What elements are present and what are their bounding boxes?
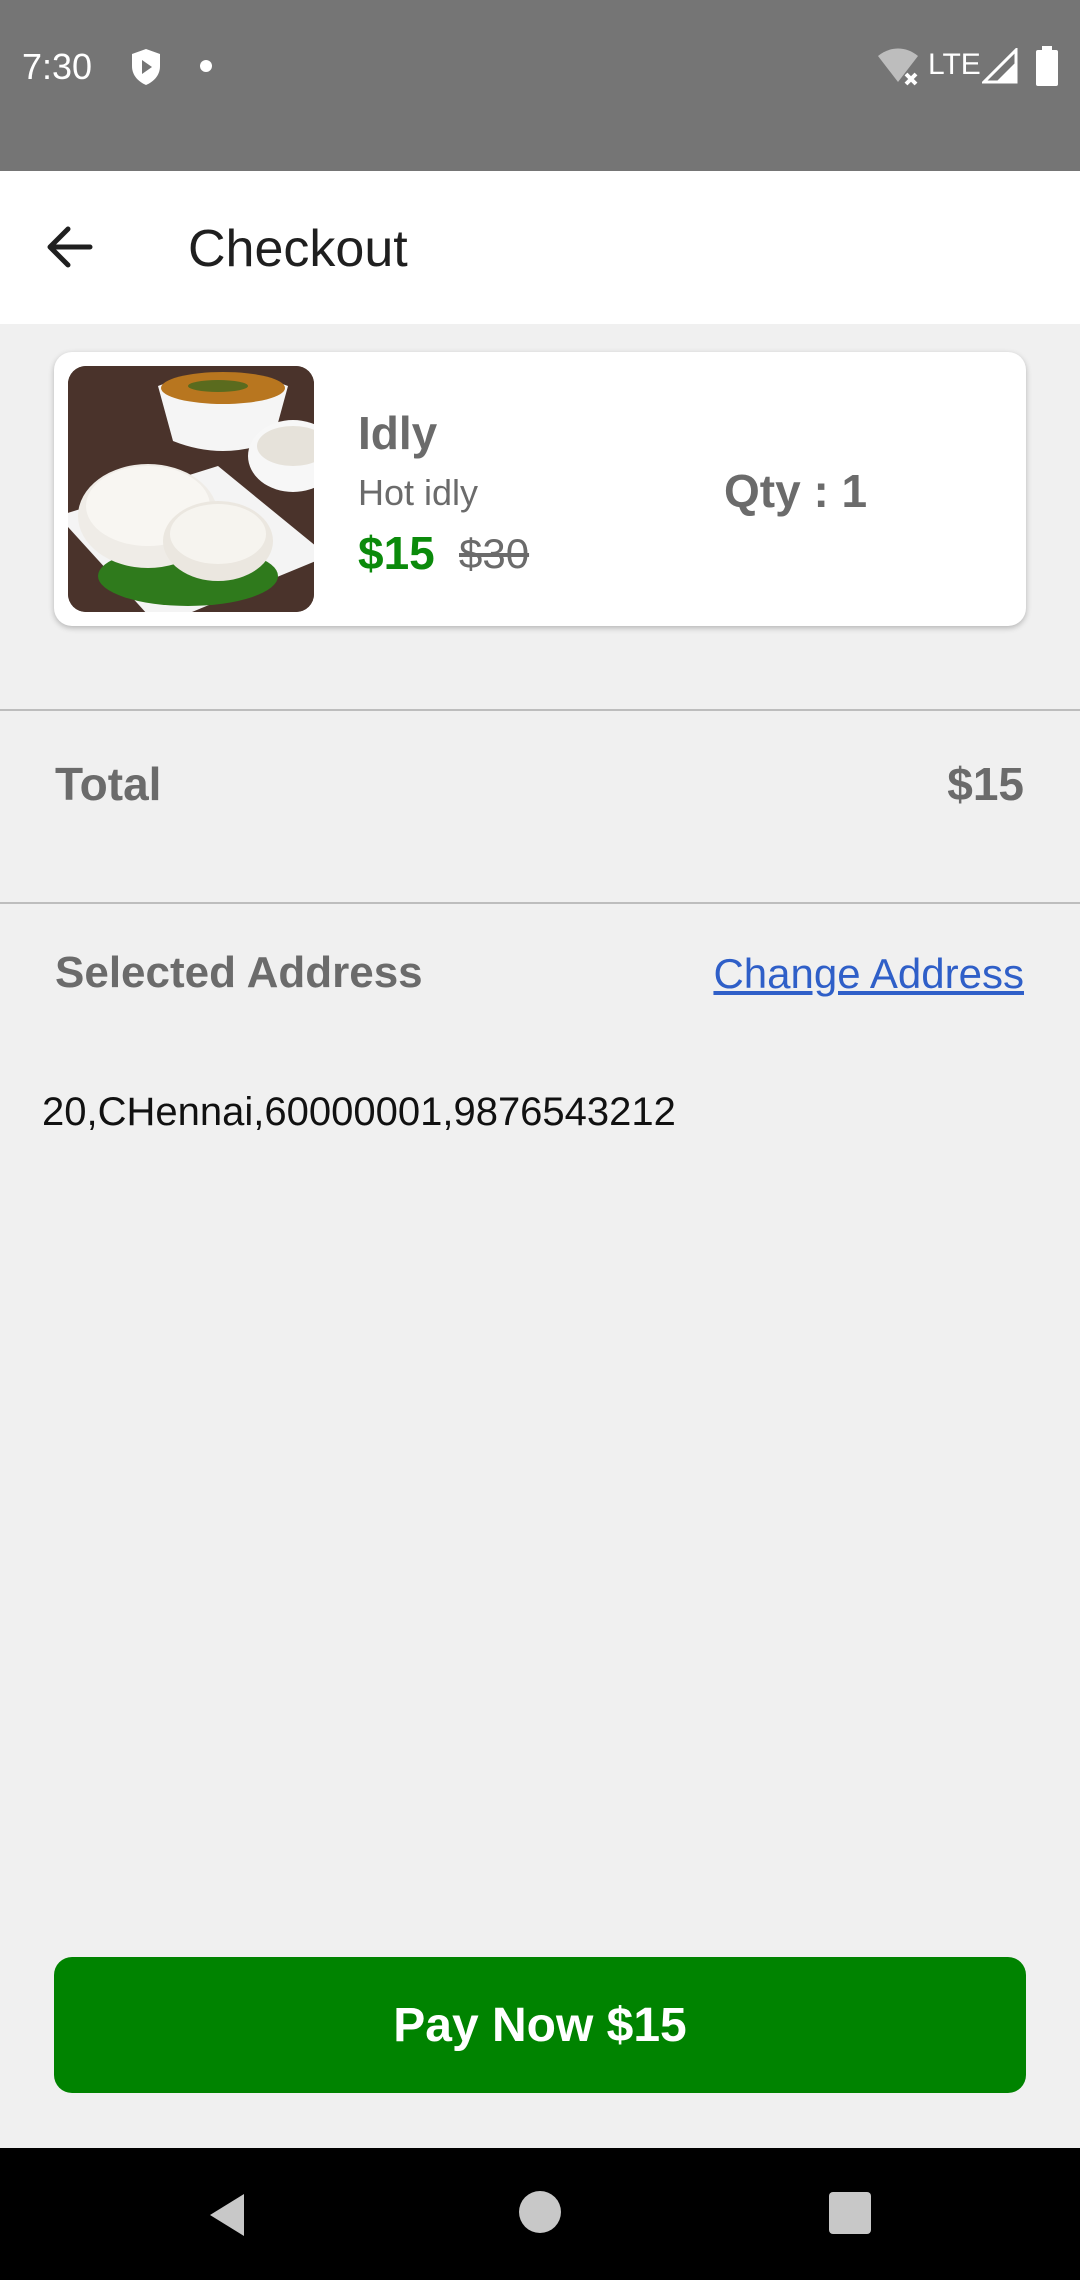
divider bbox=[0, 709, 1080, 711]
divider bbox=[0, 902, 1080, 904]
arrow-back-icon[interactable] bbox=[40, 217, 100, 277]
battery-icon bbox=[1036, 46, 1058, 86]
idly-food-photo bbox=[68, 366, 314, 612]
total-label: Total bbox=[55, 758, 162, 810]
navigation-bar bbox=[0, 2148, 1080, 2280]
nav-back-icon[interactable] bbox=[204, 2190, 254, 2240]
status-bar: 7:30 LTE bbox=[0, 0, 1080, 171]
cell-signal-icon bbox=[982, 48, 1018, 84]
item-quantity: Qty : 1 bbox=[724, 465, 868, 517]
wifi-off-icon bbox=[878, 48, 918, 86]
address-value: 20,CHennai,60000001,9876543212 bbox=[42, 1090, 676, 1134]
nav-recents-icon[interactable] bbox=[829, 2192, 871, 2234]
item-description: Hot idly bbox=[358, 472, 479, 513]
page-title: Checkout bbox=[188, 220, 408, 278]
item-name: Idly bbox=[358, 407, 438, 459]
network-type: LTE bbox=[928, 48, 981, 81]
item-image bbox=[68, 366, 314, 612]
item-original-price: $30 bbox=[459, 530, 530, 577]
cart-item-card: Idly Hot idly $15 $30 Qty : 1 bbox=[54, 352, 1026, 626]
change-address-link[interactable]: Change Address bbox=[713, 950, 1024, 998]
selected-address-label: Selected Address bbox=[55, 948, 423, 997]
nav-home-icon[interactable] bbox=[519, 2191, 561, 2233]
notification-dot-icon bbox=[200, 60, 212, 72]
app-bar: Checkout bbox=[0, 171, 1080, 324]
total-value: $15 bbox=[947, 758, 1024, 810]
item-price: $15 bbox=[358, 527, 435, 579]
shield-icon bbox=[132, 49, 160, 85]
pay-now-button[interactable]: Pay Now $15 bbox=[54, 1957, 1026, 2093]
status-time: 7:30 bbox=[22, 46, 93, 87]
